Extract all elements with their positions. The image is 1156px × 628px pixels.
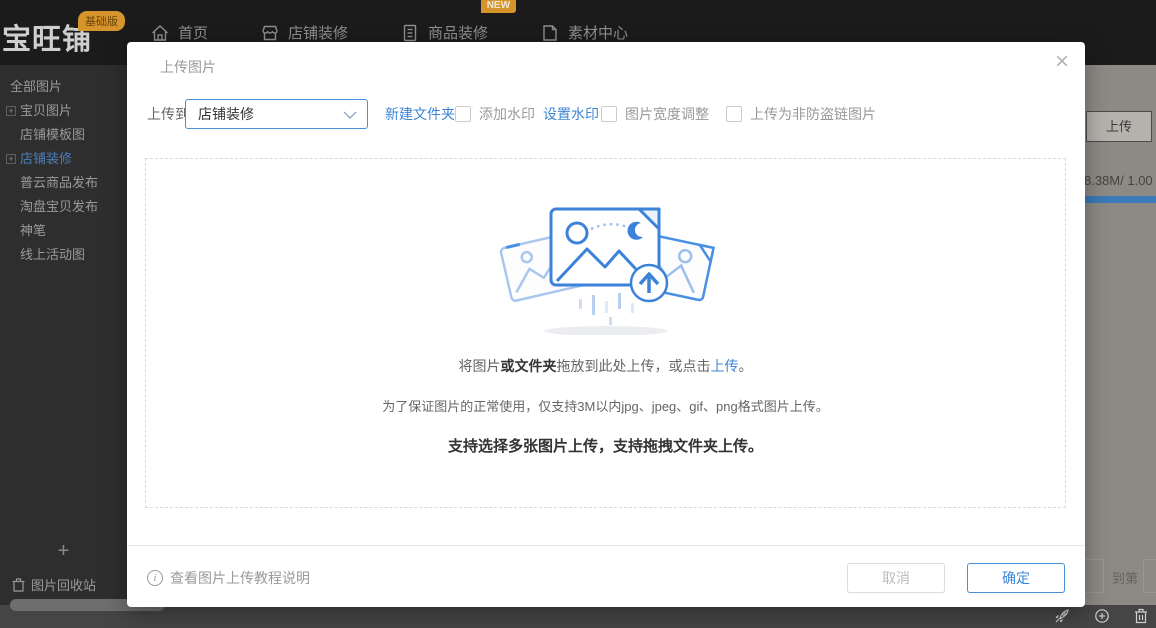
sidebar-item-online-activity[interactable]: 线上活动图 — [0, 243, 127, 267]
cancel-button[interactable]: 取消 — [847, 563, 945, 593]
confirm-button[interactable]: 确定 — [967, 563, 1065, 593]
trash-icon[interactable] — [1134, 608, 1148, 624]
app-window: 宝旺铺 基础版 首页 店铺装修 商品装修 NEW 素材中心 全部图片 — [0, 0, 1156, 628]
file-icon — [540, 23, 560, 43]
bottom-status-bar — [0, 605, 1156, 628]
expand-icon[interactable]: + — [6, 106, 16, 116]
folder-sidebar: 全部图片 + 宝贝图片 店铺模板图 + 店铺装修 普云商品发布 淘盘宝贝发布 神… — [0, 65, 127, 605]
upload-link[interactable]: 上传 — [711, 358, 739, 374]
nav-item-label: 商品装修 — [428, 22, 488, 43]
chevron-down-icon — [343, 111, 357, 119]
rocket-icon[interactable] — [1054, 608, 1070, 624]
sidebar-item-baby-images[interactable]: + 宝贝图片 — [0, 99, 127, 123]
dialog-title: 上传图片 — [160, 57, 216, 77]
nav-item-label: 店铺装修 — [288, 22, 348, 43]
pagination-label: 到第 — [1112, 568, 1138, 587]
page-upload-button[interactable]: 上传 — [1086, 111, 1152, 142]
tutorial-help-link[interactable]: i 查看图片上传教程说明 — [147, 568, 310, 588]
non-hotlink-option: 上传为非防盗链图片 — [726, 98, 876, 130]
new-folder-link[interactable]: 新建文件夹 — [385, 98, 455, 130]
nav-item-product-decorate[interactable]: 商品装修 NEW — [400, 22, 488, 43]
nav-item-material-center[interactable]: 素材中心 — [540, 22, 628, 43]
sidebar-item-label: 神笔 — [20, 223, 46, 238]
recycle-bin-link[interactable]: 图片回收站 — [12, 575, 96, 594]
sidebar-item-puyun-publish[interactable]: 普云商品发布 — [0, 171, 127, 195]
storage-quota-text: 8.38M/ 1.00 — [1084, 173, 1153, 188]
sidebar-item-label: 线上活动图 — [20, 247, 85, 262]
watermark-option: 添加水印 设置水印 — [455, 98, 599, 130]
upload-options-row: 上传到 店铺装修 新建文件夹 添加水印 设置水印 图片宽度调整 上传为非防盗链图… — [127, 98, 1085, 130]
add-watermark-label: 添加水印 — [479, 104, 535, 124]
add-watermark-checkbox[interactable] — [455, 106, 471, 122]
sidebar-item-label: 全部图片 — [10, 79, 62, 94]
document-icon — [400, 23, 420, 43]
folder-select-value: 店铺装修 — [198, 100, 254, 128]
upload-dropzone[interactable]: 将图片或文件夹拖放到此处上传，或点击上传。 为了保证图片的正常使用，仅支持3M以… — [145, 158, 1066, 508]
sidebar-item-label: 宝贝图片 — [20, 103, 72, 118]
plan-badge: 基础版 — [78, 11, 125, 31]
non-hotlink-checkbox[interactable] — [726, 106, 742, 122]
non-hotlink-label: 上传为非防盗链图片 — [750, 104, 876, 124]
tutorial-help-label: 查看图片上传教程说明 — [170, 568, 310, 588]
width-adjust-checkbox[interactable] — [601, 106, 617, 122]
recycle-bin-label: 图片回收站 — [31, 575, 96, 594]
sidebar-item-label: 普云商品发布 — [20, 175, 98, 190]
sidebar-item-shop-decorate[interactable]: + 店铺装修 — [0, 147, 127, 171]
nav-item-home[interactable]: 首页 — [150, 22, 208, 43]
trash-icon — [12, 578, 25, 592]
dialog-footer: i 查看图片上传教程说明 取消 确定 — [127, 545, 1085, 607]
close-icon[interactable]: × — [1055, 50, 1069, 74]
upload-illustration-icon — [491, 193, 721, 335]
expand-icon[interactable]: + — [6, 154, 16, 164]
info-icon: i — [147, 570, 163, 586]
set-watermark-link[interactable]: 设置水印 — [543, 104, 599, 124]
sidebar-item-magic-pen[interactable]: 神笔 — [0, 219, 127, 243]
sidebar-item-label: 店铺装修 — [20, 151, 72, 166]
sidebar-item-shop-template[interactable]: 店铺模板图 — [0, 123, 127, 147]
dropzone-multi-note: 支持选择多张图片上传，支持拖拽文件夹上传。 — [146, 435, 1065, 456]
new-badge: NEW — [481, 0, 516, 13]
nav-item-label: 素材中心 — [568, 22, 628, 43]
sidebar-item-taopan-publish[interactable]: 淘盘宝贝发布 — [0, 195, 127, 219]
upload-image-dialog: 上传图片 × 上传到 店铺装修 新建文件夹 添加水印 设置水印 图片宽度调整 上… — [127, 42, 1085, 607]
dropzone-instruction: 将图片或文件夹拖放到此处上传，或点击上传。 — [146, 356, 1065, 376]
folder-select-dropdown[interactable]: 店铺装修 — [185, 99, 368, 129]
width-adjust-option: 图片宽度调整 — [601, 98, 709, 130]
nav-item-label: 首页 — [178, 22, 208, 43]
width-adjust-label: 图片宽度调整 — [625, 104, 709, 124]
sidebar-item-all-images[interactable]: 全部图片 — [0, 75, 127, 99]
pagination-button[interactable] — [1084, 559, 1104, 593]
clock-plus-icon[interactable] — [1094, 608, 1110, 624]
home-icon — [150, 23, 170, 43]
add-folder-button[interactable]: + — [0, 540, 127, 563]
sidebar-item-label: 店铺模板图 — [20, 127, 85, 142]
page-number-input[interactable] — [1143, 559, 1156, 593]
storefront-icon — [260, 23, 280, 43]
upload-to-label: 上传到 — [147, 98, 189, 130]
storage-progress-bar — [1082, 196, 1156, 203]
nav-item-shop-decorate[interactable]: 店铺装修 — [260, 22, 348, 43]
dropzone-format-note: 为了保证图片的正常使用，仅支持3M以内jpg、jpeg、gif、png格式图片上… — [146, 396, 1065, 415]
sidebar-item-label: 淘盘宝贝发布 — [20, 199, 98, 214]
